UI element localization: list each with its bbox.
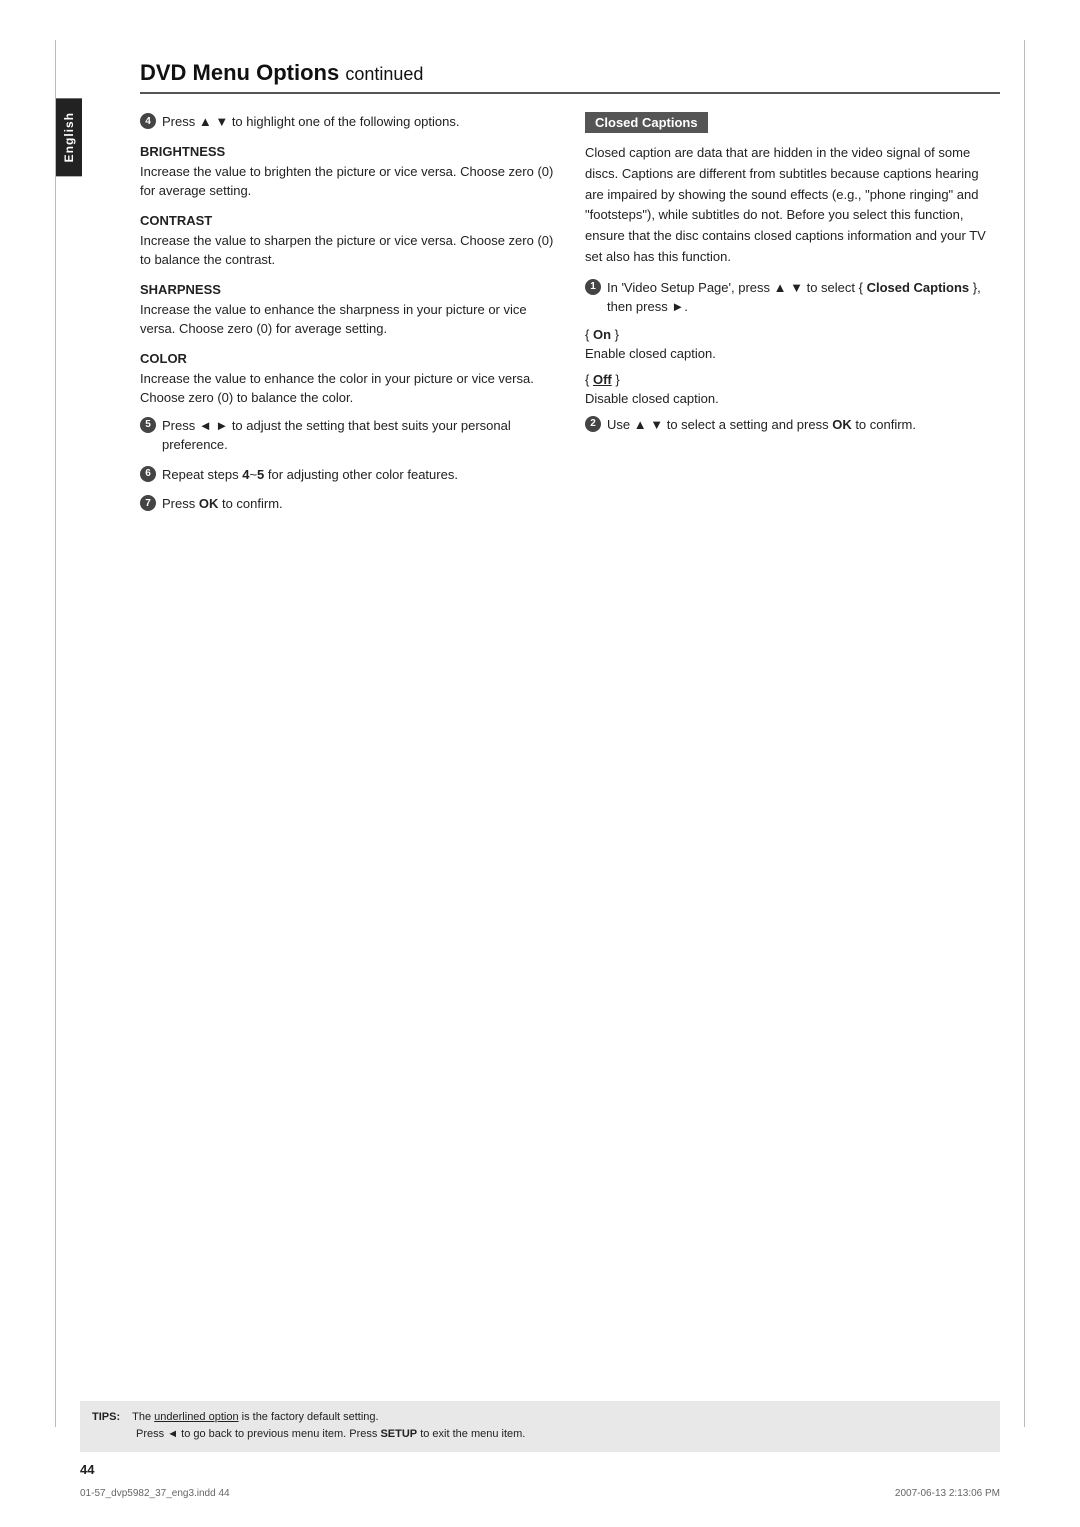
page-container: English DVD Menu Options continued 4 Pre… — [0, 0, 1080, 1527]
off-option-block: { Off } Disable closed caption. — [585, 370, 1000, 409]
closed-captions-intro: Closed caption are data that are hidden … — [585, 143, 1000, 268]
cc-step1-circle: 1 — [585, 279, 601, 295]
tips-bar: TIPS: The underlined option is the facto… — [80, 1401, 1000, 1452]
closed-captions-header: Closed Captions — [585, 112, 708, 133]
tips-label: TIPS: — [92, 1411, 120, 1423]
off-label: { Off } — [585, 372, 620, 387]
color-body: Increase the value to enhance the color … — [140, 369, 555, 408]
step4-text: Press ▲ ▼ to highlight one of the follow… — [162, 112, 459, 132]
step4-circle: 4 — [140, 113, 156, 129]
step7-item: 7 Press OK to confirm. — [140, 494, 555, 514]
brightness-body: Increase the value to brighten the pictu… — [140, 162, 555, 201]
english-tab: English — [56, 98, 82, 176]
step5-circle: 5 — [140, 417, 156, 433]
step6-text: Repeat steps 4~5 for adjusting other col… — [162, 465, 458, 485]
step7-text: Press OK to confirm. — [162, 494, 283, 514]
side-line-right — [1024, 40, 1025, 1427]
on-option-block: { On } Enable closed caption. — [585, 325, 1000, 364]
footer-left: 01-57_dvp5982_37_eng3.indd 44 — [80, 1488, 230, 1499]
cc-step2-item: 2 Use ▲ ▼ to select a setting and press … — [585, 415, 1000, 435]
page-title: DVD Menu Options continued — [140, 60, 1000, 94]
side-line-left — [55, 40, 56, 1427]
contrast-body: Increase the value to sharpen the pictur… — [140, 231, 555, 270]
step5-item: 5 Press ◄ ► to adjust the setting that b… — [140, 416, 555, 455]
left-column: 4 Press ▲ ▼ to highlight one of the foll… — [140, 112, 555, 524]
step5-text: Press ◄ ► to adjust the setting that bes… — [162, 416, 555, 455]
on-desc: Enable closed caption. — [585, 346, 716, 361]
cc-step1-text: In 'Video Setup Page', press ▲ ▼ to sele… — [607, 278, 1000, 317]
color-heading: COLOR — [140, 351, 555, 366]
content-columns: 4 Press ▲ ▼ to highlight one of the foll… — [140, 112, 1000, 524]
sharpness-body: Increase the value to enhance the sharpn… — [140, 300, 555, 339]
right-column: Closed Captions Closed caption are data … — [585, 112, 1000, 524]
off-desc: Disable closed caption. — [585, 391, 719, 406]
brightness-heading: BRIGHTNESS — [140, 144, 555, 159]
step7-circle: 7 — [140, 495, 156, 511]
step6-circle: 6 — [140, 466, 156, 482]
page-number: 44 — [80, 1462, 94, 1477]
on-label: { On } — [585, 327, 619, 342]
tips-line2: Press ◄ to go back to previous menu item… — [136, 1428, 525, 1440]
contrast-heading: CONTRAST — [140, 213, 555, 228]
tips-line1: The underlined option is the factory def… — [132, 1411, 378, 1423]
step4-item: 4 Press ▲ ▼ to highlight one of the foll… — [140, 112, 555, 132]
cc-step1-item: 1 In 'Video Setup Page', press ▲ ▼ to se… — [585, 278, 1000, 317]
cc-step2-circle: 2 — [585, 416, 601, 432]
step6-item: 6 Repeat steps 4~5 for adjusting other c… — [140, 465, 555, 485]
sharpness-heading: SHARPNESS — [140, 282, 555, 297]
footer-right: 2007-06-13 2:13:06 PM — [895, 1488, 1000, 1499]
cc-step2-text: Use ▲ ▼ to select a setting and press OK… — [607, 415, 916, 435]
